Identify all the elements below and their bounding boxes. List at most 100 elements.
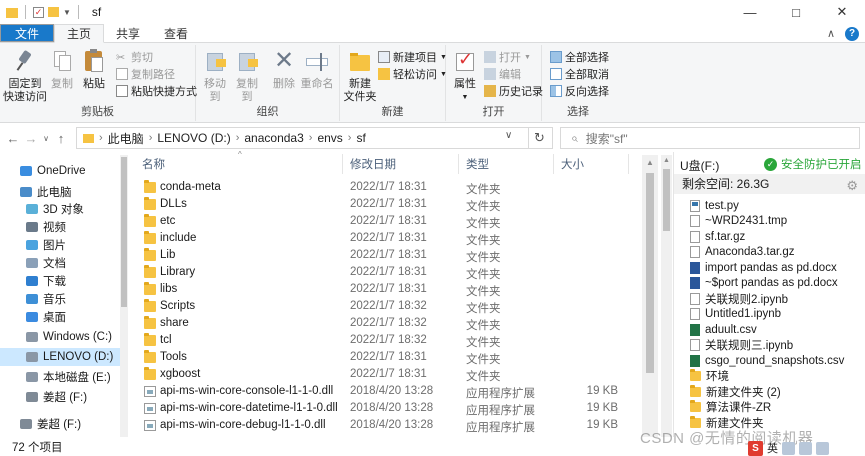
delete-button[interactable]: ✕ 删除 [270,49,298,91]
file-row[interactable]: Tools 2022/1/7 18:31 文件夹 [138,349,628,366]
file-row[interactable]: tcl 2022/1/7 18:32 文件夹 [138,332,628,349]
breadcrumb-lenovo-d[interactable]: LENOVO (D:) [157,131,230,145]
tray-icon[interactable] [799,441,812,455]
usb-file-item[interactable]: ~WRD2431.tmp [690,214,787,229]
breadcrumb-anaconda3[interactable]: anaconda3 [244,131,303,145]
usb-file-item[interactable]: test.py [690,198,739,213]
nav-item[interactable]: 3D 对象 [0,200,128,218]
tab-share[interactable]: 共享 [104,24,152,42]
usb-file-item[interactable]: 算法课件-ZR [690,400,771,415]
tray-icon[interactable] [816,441,829,455]
new-folder-icon[interactable] [48,7,59,17]
usb-file-item[interactable]: Anaconda3.tar.gz [690,245,795,260]
pin-quick-access-button[interactable]: 固定到 快速访问 [3,49,47,104]
file-row[interactable]: include 2022/1/7 18:31 文件夹 [138,230,628,247]
file-row[interactable]: share 2022/1/7 18:32 文件夹 [138,315,628,332]
column-header-type[interactable]: 类型 [466,156,489,172]
new-folder-button[interactable]: 新建 文件夹 [344,49,377,104]
usb-file-item[interactable]: aduult.csv [690,322,757,337]
nav-item[interactable]: LENOVO (D:) [0,348,128,366]
recent-dropdown-icon[interactable]: ∨ [40,134,52,143]
copy-path-button[interactable]: 复制路径 [116,66,175,82]
new-item-button[interactable]: 新建项目 ▼ [378,49,447,65]
nav-item[interactable]: 桌面 [0,308,128,326]
usb-file-item[interactable]: 关联规则三.ipynb [690,338,793,353]
copy-to-button[interactable]: 复制到 [232,49,262,104]
breadcrumb-this-pc[interactable]: 此电脑 [108,130,144,147]
file-row[interactable]: etc 2022/1/7 18:31 文件夹 [138,213,628,230]
edit-button[interactable]: 编辑 [484,66,521,82]
scroll-up-arrow-icon[interactable]: ▲ [661,155,672,167]
forward-arrow-icon[interactable]: → [22,131,40,146]
cut-button[interactable]: ✂ 剪切 [116,49,153,65]
ime-language[interactable]: 英 [767,440,778,456]
usb-file-item[interactable]: sf.tar.gz [690,229,745,244]
customize-dropdown-icon[interactable]: ▼ [63,8,71,17]
back-arrow-icon[interactable]: ← [4,131,22,146]
nav-item[interactable]: 下载 [0,272,128,290]
maximize-button[interactable]: □ [773,0,819,24]
side-panel-scrollbar[interactable]: ▲ [661,155,672,437]
nav-item[interactable]: 文档 [0,254,128,272]
tab-view[interactable]: 查看 [152,24,200,42]
easy-access-button[interactable]: 轻松访问 ▼ [378,66,447,82]
address-path-box[interactable]: › 此电脑 › LENOVO (D:) › anaconda3 › envs ›… [76,127,529,149]
file-row[interactable]: conda-meta 2022/1/7 18:31 文件夹 [138,179,628,196]
nav-item[interactable]: 本地磁盘 (E:) [0,368,128,386]
tab-home[interactable]: 主页 [54,24,105,43]
nav-item[interactable]: 此电脑 [0,183,128,201]
search-box[interactable]: ⌕ 搜索"sf" [560,127,860,149]
nav-item[interactable]: 图片 [0,236,128,254]
file-row[interactable]: Lib 2022/1/7 18:31 文件夹 [138,247,628,264]
properties-check-icon[interactable]: ✓ [33,6,44,18]
refresh-button[interactable]: ↻ [527,127,553,149]
paste-shortcut-button[interactable]: 粘贴快捷方式 [116,83,197,99]
close-button[interactable]: ✕ [819,0,865,24]
nav-item[interactable]: 姜超 (F:) [0,415,128,433]
gear-icon[interactable]: ⚙ [846,176,858,196]
rename-button[interactable]: 重命名 [300,49,334,91]
minimize-button[interactable]: — [727,0,773,24]
properties-button[interactable]: ✓ 属性 ▼ [450,49,480,104]
nav-item[interactable]: 视频 [0,218,128,236]
help-icon[interactable]: ? [845,26,859,41]
column-header-date[interactable]: 修改日期 [350,156,396,172]
file-list-scrollbar-thumb[interactable] [646,173,654,373]
select-all-button[interactable]: 全部选择 [550,49,609,65]
nav-pane-scrollbar[interactable] [120,155,128,437]
file-row[interactable]: DLLs 2022/1/7 18:31 文件夹 [138,196,628,213]
invert-selection-button[interactable]: 反向选择 [550,83,609,99]
usb-file-item[interactable]: 关联规则2.ipynb [690,291,788,306]
side-panel-scrollbar-thumb[interactable] [663,169,670,231]
usb-file-item[interactable]: ~$port pandas as pd.docx [690,276,838,291]
open-button[interactable]: 打开 ▼ [484,49,531,65]
up-arrow-icon[interactable]: ↑ [52,131,70,146]
nav-item[interactable]: OneDrive [0,162,128,180]
usb-file-item[interactable]: import pandas as pd.docx [690,260,837,275]
nav-item[interactable]: 音乐 [0,290,128,308]
file-row[interactable]: api-ms-win-core-datetime-l1-1-0.dll 2018/… [138,400,628,417]
tray-icon[interactable] [782,441,795,455]
file-row[interactable]: xgboost 2022/1/7 18:31 文件夹 [138,366,628,383]
file-row[interactable]: Scripts 2022/1/7 18:32 文件夹 [138,298,628,315]
breadcrumb-envs[interactable]: envs [317,131,342,145]
column-header-name[interactable]: 名称 [142,156,165,172]
nav-scrollbar-thumb[interactable] [121,157,127,307]
move-to-button[interactable]: 移动到 [200,49,230,104]
usb-file-item[interactable]: Untitled1.ipynb [690,307,781,322]
file-row[interactable]: api-ms-win-core-console-l1-1-0.dll 2018/4… [138,383,628,400]
sogou-ime-icon[interactable]: S [748,440,763,456]
history-button[interactable]: 历史记录 [484,83,543,99]
file-row[interactable]: api-ms-win-core-debug-l1-1-0.dll 2018/4/2… [138,417,628,434]
column-header-size[interactable]: 大小 [561,156,584,172]
file-list-scrollbar[interactable]: ▲ [642,155,658,437]
protection-status[interactable]: ✓ 安全防护已开启 [764,156,862,172]
file-row[interactable]: libs 2022/1/7 18:31 文件夹 [138,281,628,298]
collapse-ribbon-icon[interactable]: ∧ [827,27,835,40]
usb-file-item[interactable]: csgo_round_snapshots.csv [690,353,844,368]
usb-file-item[interactable]: 新建文件夹 (2) [690,384,781,399]
select-none-button[interactable]: 全部取消 [550,66,609,82]
file-row[interactable]: Library 2022/1/7 18:31 文件夹 [138,264,628,281]
breadcrumb-sf[interactable]: sf [356,131,365,145]
copy-button[interactable]: 复制 [48,49,76,91]
